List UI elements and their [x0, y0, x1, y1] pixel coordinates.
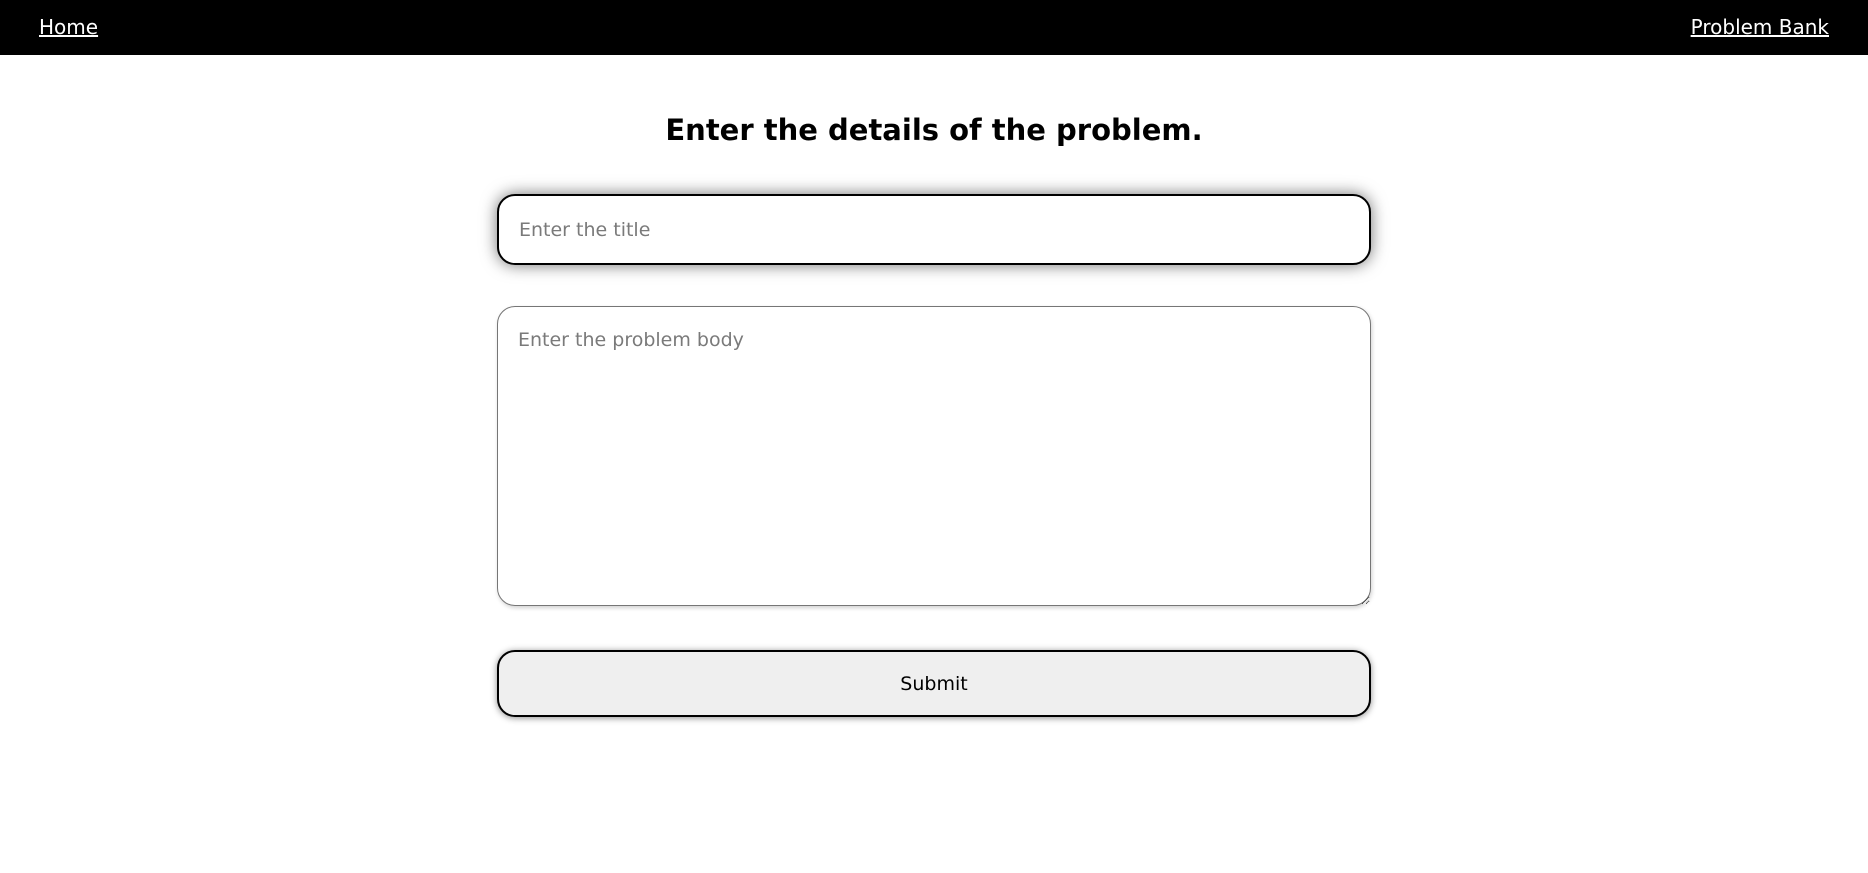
submit-button[interactable]: Submit: [497, 650, 1371, 717]
problem-body-textarea[interactable]: [497, 306, 1371, 606]
problem-bank-link[interactable]: Problem Bank: [1691, 15, 1829, 39]
problem-title-input[interactable]: [497, 194, 1371, 265]
page-title: Enter the details of the problem.: [665, 113, 1203, 147]
top-navbar: Home Problem Bank: [0, 0, 1868, 55]
home-link[interactable]: Home: [39, 15, 98, 39]
